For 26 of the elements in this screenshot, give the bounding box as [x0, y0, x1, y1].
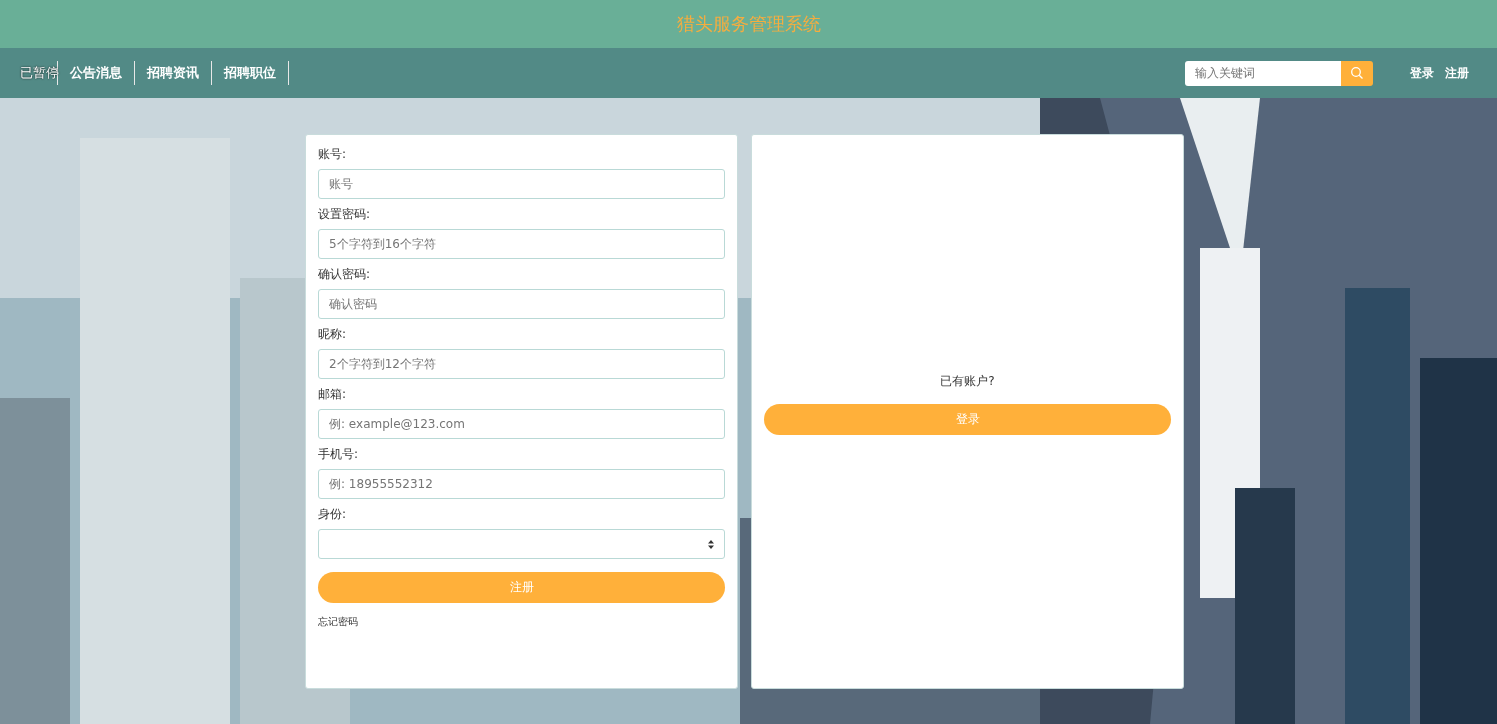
input-field[interactable]: 2个字符到12个字符 — [318, 349, 725, 379]
input-field[interactable]: 例: 18955552312 — [318, 469, 725, 499]
search-button[interactable] — [1341, 60, 1373, 86]
field-label: 账号: — [318, 147, 348, 161]
field-label: 昵称: — [318, 327, 348, 341]
field-label: 身份: — [318, 507, 348, 521]
input-field[interactable]: 例: example@123.com — [318, 409, 725, 439]
account-prompt: 已有账户? — [940, 373, 995, 390]
site-title: 猎头服务管理系统 — [676, 12, 821, 36]
input-field[interactable]: 确认密码 — [318, 289, 725, 319]
field-label: 设置密码: — [318, 207, 372, 221]
nav-link[interactable]: 公告消息 — [57, 61, 134, 85]
nav-link[interactable]: 招聘职位 — [211, 61, 289, 85]
forgot-password-link[interactable]: 忘记密码 — [318, 615, 725, 629]
select-field[interactable] — [318, 529, 725, 559]
search-field[interactable]: 输入关键词 — [1185, 60, 1341, 86]
field-label: 手机号: — [318, 447, 360, 461]
input-field[interactable]: 5个字符到16个字符 — [318, 229, 725, 259]
nav-link[interactable]: 登录 — [1410, 64, 1434, 82]
sort-icon — [708, 539, 714, 549]
field-label: 确认密码: — [318, 267, 372, 281]
search-icon — [1350, 66, 1364, 80]
nav-link[interactable]: 招聘资讯 — [134, 61, 211, 85]
field-label: 邮箱: — [318, 387, 348, 401]
nav-link[interactable]: 注册 — [1445, 64, 1469, 82]
input-field[interactable]: 账号 — [318, 169, 725, 199]
